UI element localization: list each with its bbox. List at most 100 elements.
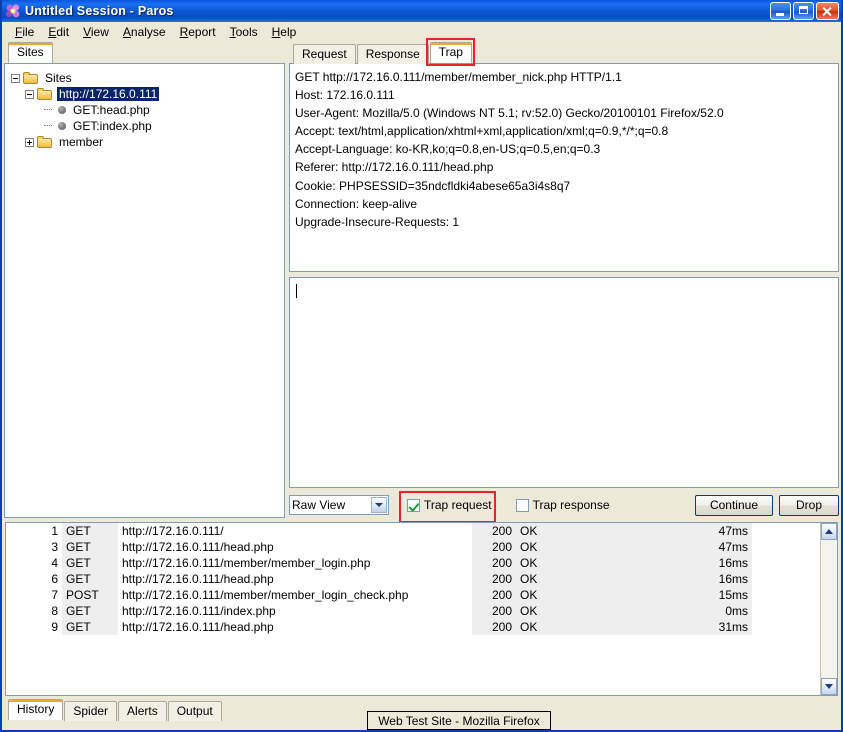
chevron-up-icon (825, 529, 833, 534)
chevron-down-icon (825, 684, 833, 689)
leaf-node-icon (58, 122, 66, 130)
tab-response[interactable]: Response (356, 44, 429, 64)
history-vertical-scrollbar[interactable] (820, 523, 837, 695)
cell-code: 200 (472, 603, 516, 619)
tree-toggle-site[interactable] (25, 89, 34, 99)
tree-node-index-php[interactable]: GET:index.php (11, 118, 284, 134)
cell-id: 6 (6, 571, 62, 587)
cell-reason: OK (516, 555, 644, 571)
menu-view[interactable]: View (76, 24, 116, 40)
cell-reason: OK (516, 619, 644, 635)
request-body-editor[interactable] (289, 277, 839, 488)
sites-tree: Sites http://172.16.0.111 GET:head.php G… (5, 64, 284, 150)
menu-file[interactable]: File (8, 24, 41, 40)
trap-response-group[interactable]: Trap response (510, 495, 616, 515)
menu-edit[interactable]: Edit (41, 24, 76, 40)
tab-request[interactable]: Request (293, 44, 356, 64)
cell-method: GET (62, 555, 118, 571)
trap-request-group[interactable]: Trap request (399, 491, 498, 523)
cell-url: http://172.16.0.111/head.php (118, 571, 472, 587)
continue-button[interactable]: Continue (694, 494, 773, 516)
menu-help[interactable]: Help (265, 24, 304, 40)
cell-url: http://172.16.0.111/member/member_login_… (118, 587, 472, 603)
tree-node-member[interactable]: member (11, 134, 284, 150)
cell-url: http://172.16.0.111/head.php (118, 619, 472, 635)
table-row[interactable]: 4 GET http://172.16.0.111/member/member_… (6, 555, 820, 571)
tree-node-head-php[interactable]: GET:head.php (11, 102, 284, 118)
folder-icon (23, 71, 39, 85)
cell-id: 3 (6, 539, 62, 555)
table-row[interactable]: 7 POST http://172.16.0.111/member/member… (6, 587, 820, 603)
cell-id: 8 (6, 603, 62, 619)
main-split-area: Sites Sites http://172.16.0.111 GET:head… (2, 38, 841, 523)
tab-trap[interactable]: Trap (429, 42, 472, 63)
minimize-button[interactable] (770, 2, 791, 20)
table-row[interactable]: 1 GET http://172.16.0.111/ 200 OK 47ms (6, 523, 820, 539)
cell-method: GET (62, 571, 118, 587)
cell-time: 16ms (644, 555, 752, 571)
trap-request-checkbox[interactable] (407, 498, 420, 512)
cell-pad (752, 555, 820, 571)
maximize-button[interactable] (793, 2, 814, 20)
sites-tree-body: Sites http://172.16.0.111 GET:head.php G… (4, 63, 285, 518)
tree-label-site: http://172.16.0.111 (57, 87, 160, 101)
tree-node-site[interactable]: http://172.16.0.111 (11, 86, 284, 102)
text-caret (296, 284, 297, 298)
cell-pad (752, 571, 820, 587)
trap-tabrow: Request Response Trap (289, 38, 839, 66)
header-user-agent: User-Agent: Mozilla/5.0 (Windows NT 5.1;… (295, 106, 724, 121)
header-host: Host: 172.16.0.111 (295, 88, 395, 103)
tab-output[interactable]: Output (167, 701, 222, 721)
scroll-up-button[interactable] (821, 523, 837, 540)
cell-code: 200 (472, 587, 516, 603)
tree-node-sites-root[interactable]: Sites (11, 70, 284, 86)
cell-reason: OK (516, 603, 644, 619)
tree-toggle-member[interactable] (25, 137, 34, 147)
tree-line (44, 109, 52, 111)
cell-url: http://172.16.0.111/index.php (118, 603, 472, 619)
table-row[interactable]: 8 GET http://172.16.0.111/index.php 200 … (6, 603, 820, 619)
history-table: 1 GET http://172.16.0.111/ 200 OK 47ms 3… (6, 523, 820, 635)
history-table-body: 1 GET http://172.16.0.111/ 200 OK 47ms 3… (6, 523, 820, 635)
scroll-down-button[interactable] (821, 678, 837, 695)
cell-url: http://172.16.0.111/head.php (118, 539, 472, 555)
cell-time: 31ms (644, 619, 752, 635)
cell-time: 15ms (644, 587, 752, 603)
header-connection: Connection: keep-alive (295, 196, 418, 211)
cell-id: 7 (6, 587, 62, 603)
drop-button[interactable]: Drop (779, 494, 839, 516)
tab-history[interactable]: History (8, 699, 64, 720)
table-row[interactable]: 9 GET http://172.16.0.111/head.php 200 O… (6, 619, 820, 635)
cell-method: POST (62, 587, 118, 603)
cell-method: GET (62, 603, 118, 619)
view-mode-select[interactable]: Raw View (289, 495, 389, 515)
window-controls (770, 2, 839, 20)
tab-sites[interactable]: Sites (8, 42, 53, 63)
tab-trap-wrapper: Trap (425, 38, 475, 66)
tree-label-head-php: GET:head.php (73, 103, 150, 117)
cell-url: http://172.16.0.111/member/member_login.… (118, 555, 472, 571)
close-button[interactable] (816, 2, 839, 20)
cell-method: GET (62, 523, 118, 539)
table-row[interactable]: 3 GET http://172.16.0.111/head.php 200 O… (6, 539, 820, 555)
cell-code: 200 (472, 571, 516, 587)
cell-pad (752, 539, 820, 555)
cell-code: 200 (472, 539, 516, 555)
taskbar-item-firefox[interactable]: Web Test Site - Mozilla Firefox (367, 711, 551, 730)
tree-label-index-php: GET:index.php (73, 119, 152, 133)
tab-spider[interactable]: Spider (64, 701, 118, 721)
menu-tools[interactable]: Tools (223, 24, 265, 40)
cell-reason: OK (516, 571, 644, 587)
scrollbar-track[interactable] (821, 540, 837, 678)
tab-alerts[interactable]: Alerts (118, 701, 167, 721)
table-row[interactable]: 6 GET http://172.16.0.111/head.php 200 O… (6, 571, 820, 587)
trap-response-checkbox[interactable] (515, 498, 529, 512)
tree-toggle-root[interactable] (11, 73, 20, 83)
request-header-view[interactable]: GET http://172.16.0.111/member/member_ni… (289, 63, 839, 272)
menubar: File Edit View Analyse Report Tools Help (2, 22, 841, 42)
cell-method: GET (62, 619, 118, 635)
menu-analyse[interactable]: Analyse (116, 24, 173, 40)
cell-code: 200 (472, 619, 516, 635)
cell-pad (752, 587, 820, 603)
menu-report[interactable]: Report (173, 24, 223, 40)
